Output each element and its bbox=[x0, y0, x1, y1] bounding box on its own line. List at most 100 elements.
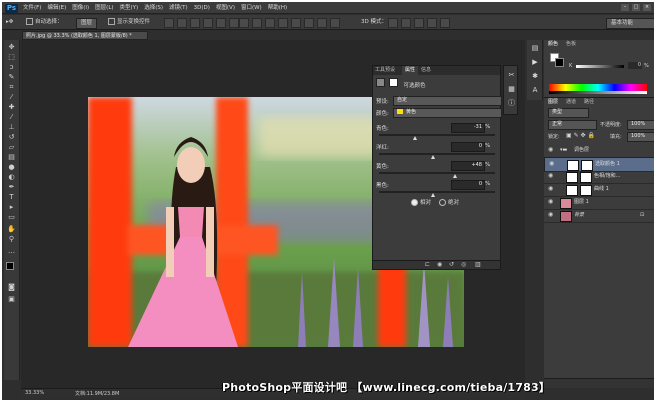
radio-icon[interactable] bbox=[439, 199, 446, 206]
tab-channels[interactable]: 通道 bbox=[566, 98, 576, 106]
mask-icon[interactable] bbox=[388, 78, 398, 87]
menu-item-3[interactable]: 图层(L) bbox=[92, 2, 116, 14]
show-transform-checkbox[interactable]: 显示变换控件 bbox=[108, 18, 150, 27]
auto-select-checkbox[interactable]: 自动选择： bbox=[26, 18, 63, 27]
layer-row[interactable]: ◉ 图层 1 bbox=[544, 196, 654, 210]
tab-paths[interactable]: 路径 bbox=[584, 98, 594, 106]
tab-properties[interactable]: 属性 bbox=[402, 66, 419, 75]
marquee-tool-icon[interactable]: ⬚ bbox=[7, 54, 16, 61]
path-select-tool-icon[interactable]: ▸ bbox=[7, 204, 16, 211]
k-slider[interactable] bbox=[576, 65, 624, 68]
method-absolute-radio[interactable]: 绝对 bbox=[439, 198, 459, 206]
lasso-tool-icon[interactable]: ↄ bbox=[7, 64, 16, 71]
move-tool-icon[interactable]: ▸✥ bbox=[6, 18, 13, 27]
eraser-tool-icon[interactable]: ▱ bbox=[7, 144, 16, 151]
menu-item-7[interactable]: 3D(D) bbox=[191, 2, 213, 14]
tab-swatches[interactable]: 色板 bbox=[566, 40, 576, 48]
layer-thumbnail[interactable] bbox=[560, 211, 572, 222]
eye-icon[interactable]: ◉ bbox=[548, 147, 554, 153]
layer-row[interactable]: ◉ 色相/饱和... bbox=[544, 170, 654, 184]
healing-brush-tool-icon[interactable]: ✚ bbox=[7, 104, 16, 111]
menu-item-0[interactable]: 文件(F) bbox=[20, 2, 44, 14]
info-dock-icon[interactable]: ⓘ bbox=[507, 99, 516, 108]
shape-tool-icon[interactable]: ▭ bbox=[7, 214, 16, 221]
eye-icon[interactable]: ◉ bbox=[548, 199, 554, 205]
blend-mode-dropdown[interactable]: 正常 bbox=[548, 120, 597, 130]
grayscale-ramp[interactable] bbox=[549, 91, 647, 94]
workspace-dropdown[interactable]: 基本功能 bbox=[606, 18, 654, 29]
distribute-buttons[interactable] bbox=[239, 18, 340, 28]
brush-tool-icon[interactable]: ⁄ bbox=[7, 114, 16, 121]
background-chip[interactable] bbox=[555, 58, 564, 67]
folder-icon[interactable]: ▾▬ bbox=[560, 147, 567, 154]
menu-item-10[interactable]: 帮助(H) bbox=[265, 2, 290, 14]
color-dropdown[interactable]: 黄色 bbox=[393, 108, 502, 118]
slider-track[interactable] bbox=[379, 172, 495, 174]
screen-mode-icon[interactable]: ▣ bbox=[7, 296, 16, 303]
brush-panel-icon[interactable]: ✱ bbox=[531, 72, 539, 80]
layer-mask-thumbnail[interactable] bbox=[580, 185, 592, 196]
move-tool-icon[interactable]: ✥ bbox=[7, 44, 16, 51]
slider-value-field[interactable]: 0 bbox=[451, 180, 485, 190]
checkbox-icon[interactable] bbox=[26, 18, 33, 25]
eye-icon[interactable]: ◉ bbox=[548, 212, 554, 218]
more-tools-icon[interactable]: … bbox=[7, 248, 16, 255]
menu-item-4[interactable]: 类型(Y) bbox=[117, 2, 142, 14]
adjust-dock-icon[interactable]: ▦ bbox=[507, 85, 516, 94]
3d-mode-buttons[interactable] bbox=[388, 18, 450, 28]
menu-item-6[interactable]: 滤镜(T) bbox=[166, 2, 191, 14]
clip-to-layer-icon[interactable]: ⊏ bbox=[425, 262, 431, 268]
visibility-icon[interactable]: ◎ bbox=[461, 262, 467, 268]
character-icon[interactable]: A bbox=[531, 86, 539, 94]
layer-row[interactable]: ◉ ▾▬ 调色层 bbox=[544, 144, 654, 158]
color-ramp[interactable] bbox=[549, 84, 647, 91]
slider-value-field[interactable]: -31 bbox=[451, 123, 485, 133]
slider-value-field[interactable]: +48 bbox=[451, 161, 485, 171]
menu-item-9[interactable]: 窗口(W) bbox=[238, 2, 265, 14]
blur-tool-icon[interactable]: ● bbox=[7, 164, 16, 171]
pen-tool-icon[interactable]: ✒ bbox=[7, 184, 16, 191]
menu-item-5[interactable]: 选择(S) bbox=[141, 2, 166, 14]
quick-select-tool-icon[interactable]: ✎ bbox=[7, 74, 16, 81]
close-button[interactable]: × bbox=[643, 4, 651, 11]
minimize-button[interactable]: – bbox=[621, 4, 629, 11]
dodge-tool-icon[interactable]: ◐ bbox=[7, 174, 16, 181]
hand-tool-icon[interactable]: ✋ bbox=[7, 226, 16, 233]
checkbox-icon[interactable] bbox=[108, 18, 115, 25]
maximize-button[interactable]: □ bbox=[632, 4, 640, 11]
layer-thumbnail[interactable] bbox=[560, 198, 572, 209]
layer-thumbnail[interactable] bbox=[566, 172, 578, 183]
view-previous-icon[interactable]: ◉ bbox=[437, 262, 443, 268]
slider-value-field[interactable]: 0 bbox=[451, 142, 485, 152]
radio-icon[interactable] bbox=[411, 199, 418, 206]
align-buttons[interactable] bbox=[164, 18, 239, 28]
tab-tool-presets[interactable]: 工具预设 bbox=[375, 66, 395, 75]
tab-info[interactable]: 信息 bbox=[421, 66, 431, 75]
menu-item-2[interactable]: 图像(I) bbox=[69, 2, 92, 14]
opacity-field[interactable]: 100% bbox=[627, 120, 654, 130]
reset-icon[interactable]: ↺ bbox=[449, 262, 455, 268]
fill-field[interactable]: 100% bbox=[627, 132, 654, 142]
type-tool-icon[interactable]: T bbox=[7, 194, 16, 201]
menu-item-8[interactable]: 视图(V) bbox=[213, 2, 238, 14]
layer-row[interactable]: ◉ 背景 ⊡ bbox=[544, 209, 654, 223]
clone-stamp-tool-icon[interactable]: ⊥ bbox=[7, 124, 16, 131]
actions-icon[interactable]: ▶ bbox=[531, 58, 539, 66]
zoom-tool-icon[interactable]: ⚲ bbox=[7, 236, 16, 243]
k-value[interactable]: 0 bbox=[628, 62, 642, 69]
quick-mask-icon[interactable]: ◙ bbox=[7, 284, 16, 291]
layer-kind-filter[interactable]: 类型 bbox=[548, 108, 589, 118]
method-relative-radio[interactable]: 相对 bbox=[411, 198, 431, 206]
slider-track[interactable] bbox=[379, 134, 495, 136]
preset-dropdown[interactable]: 自定 bbox=[393, 96, 502, 106]
slider-knob[interactable] bbox=[431, 155, 435, 159]
slider-knob[interactable] bbox=[453, 174, 457, 178]
layer-thumbnail[interactable] bbox=[566, 185, 578, 196]
eye-icon[interactable]: ◉ bbox=[548, 173, 554, 179]
slider-knob[interactable] bbox=[431, 193, 435, 197]
foreground-color-swatch[interactable] bbox=[6, 262, 14, 270]
layer-mask-thumbnail[interactable] bbox=[580, 172, 592, 183]
menu-item-1[interactable]: 编辑(E) bbox=[44, 2, 69, 14]
eye-icon[interactable]: ◉ bbox=[549, 161, 555, 167]
history-icon[interactable]: ▤ bbox=[531, 44, 539, 52]
